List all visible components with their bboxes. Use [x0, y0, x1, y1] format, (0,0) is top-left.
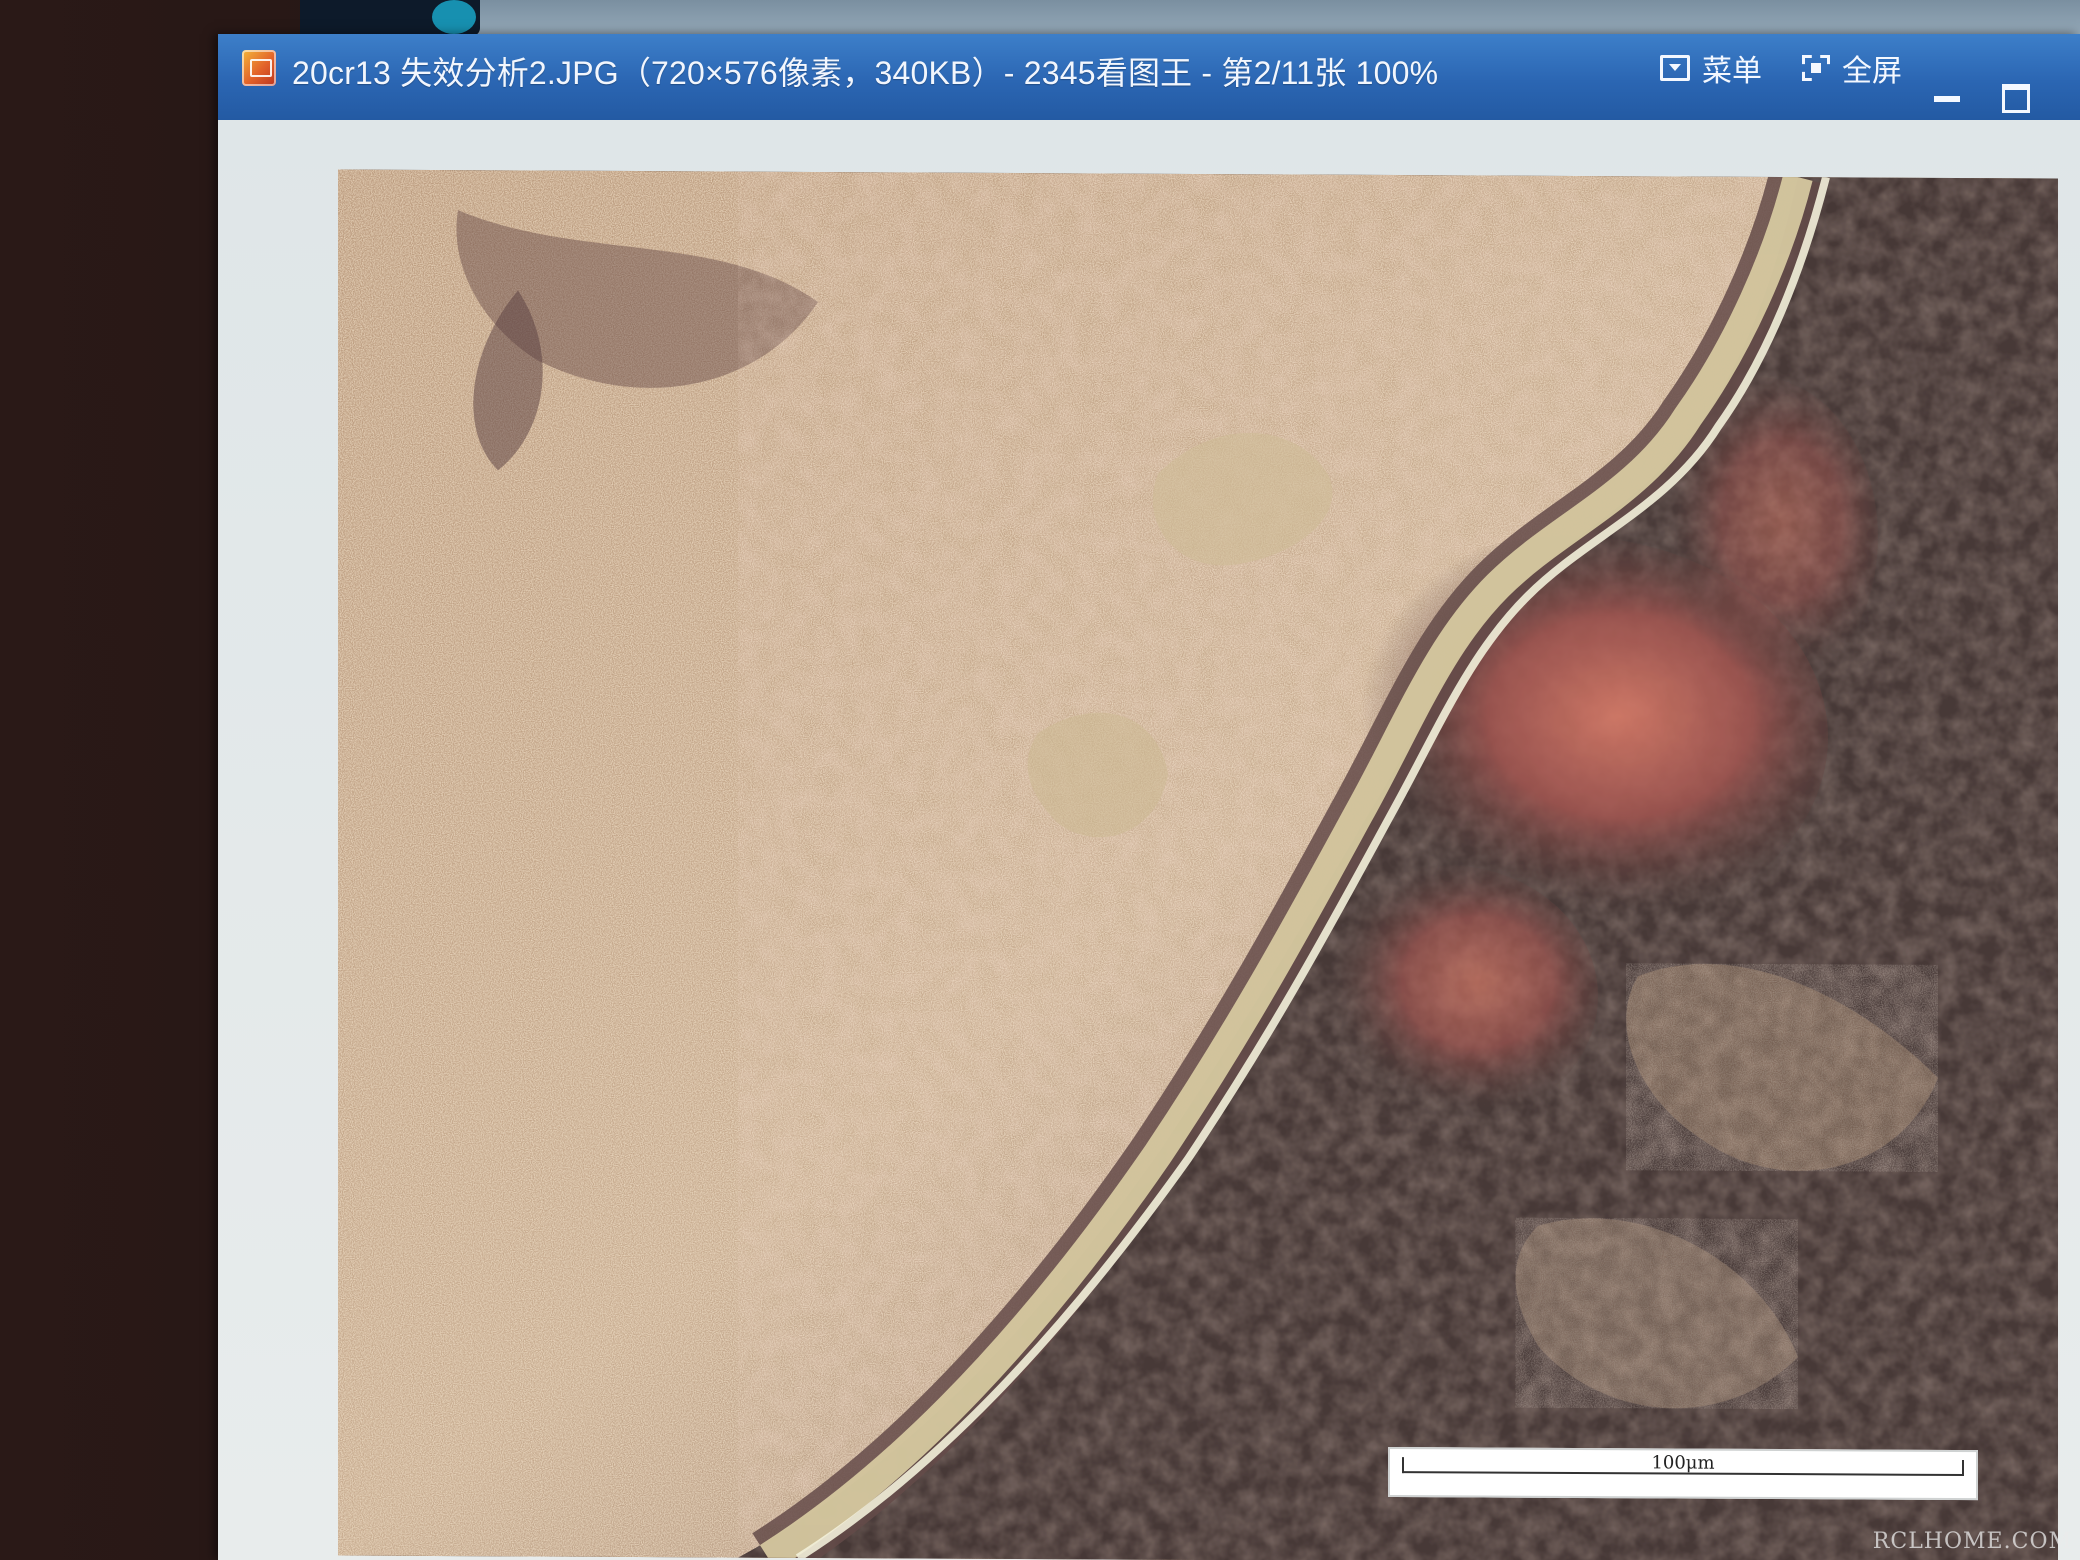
background-taskbar-icon [432, 0, 476, 34]
fullscreen-icon [1802, 55, 1830, 81]
micrograph-image[interactable]: 100μm [338, 169, 2058, 1560]
scale-bar: 100μm [1388, 1446, 1978, 1501]
minimize-button[interactable] [1934, 96, 1960, 102]
maximize-button[interactable] [2002, 84, 2030, 113]
fullscreen-button[interactable]: 全屏 [1802, 46, 1902, 90]
image-viewer-window: 20cr13 失效分析2.JPG（720×576像素，340KB）- 2345看… [218, 34, 2080, 1560]
menu-button[interactable]: 菜单 [1660, 46, 1762, 90]
fullscreen-button-label: 全屏 [1842, 55, 1902, 88]
window-title: 20cr13 失效分析2.JPG（720×576像素，340KB）- 2345看… [292, 55, 1439, 91]
dropdown-menu-icon [1660, 55, 1690, 81]
menu-button-label: 菜单 [1702, 55, 1762, 88]
scale-bar-label: 100μm [1651, 1452, 1715, 1474]
photo-of-monitor: 20cr13 失效分析2.JPG（720×576像素，340KB）- 2345看… [0, 0, 2080, 1560]
micrograph-drawing [338, 169, 2058, 1560]
site-watermark: RCLHOME.COM [1872, 1529, 2072, 1554]
image-viewer-app-icon[interactable] [242, 50, 276, 86]
title-bar[interactable]: 20cr13 失效分析2.JPG（720×576像素，340KB）- 2345看… [218, 34, 2080, 120]
